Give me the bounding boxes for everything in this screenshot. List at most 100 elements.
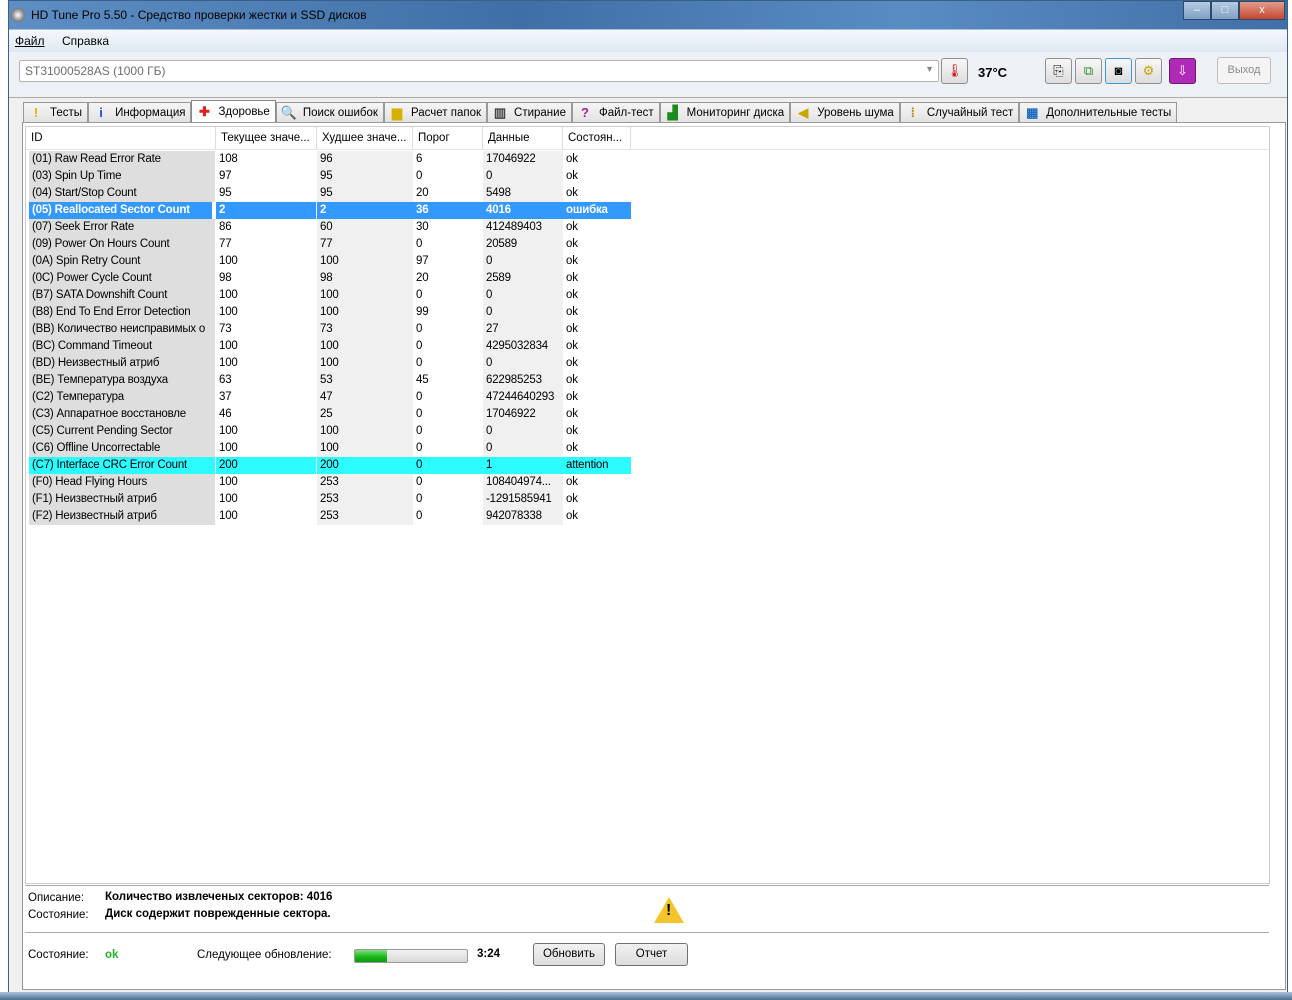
- table-row[interactable]: (F2) Неизвестный атриб 100 253 0 942078338 ok: [29, 508, 631, 525]
- close-button[interactable]: x: [1239, 1, 1285, 20]
- menu-file[interactable]: Файл: [15, 34, 45, 48]
- table-row[interactable]: (0A) Spin Retry Count 100 100 97 0 ok: [29, 253, 631, 270]
- info-icon: i: [99, 104, 103, 120]
- attr-id-cell: (C5) Current Pending Sector: [29, 423, 215, 440]
- status-cell: ok: [566, 221, 578, 233]
- exit-button[interactable]: Выход: [1217, 57, 1271, 84]
- tab-bar: ! Тесты i Информация ✚ Здоровье 🔍 Поиск ошибок ▆…: [23, 100, 1178, 122]
- divider: [9, 97, 1287, 98]
- status-cell: ok: [566, 323, 578, 335]
- drive-select[interactable]: ST31000528AS (1000 ГБ) ▼: [19, 60, 939, 82]
- column-header-status[interactable]: Состоян...: [563, 127, 631, 149]
- tab-9[interactable]: ⁞ Случайный тест: [899, 102, 1020, 122]
- table-row[interactable]: (F0) Head Flying Hours 100 253 0 108404974..…: [29, 474, 631, 491]
- refresh-button[interactable]: Обновить: [533, 943, 605, 966]
- minimize-button[interactable]: –: [1183, 1, 1211, 20]
- raw-data-cell: 2589: [483, 270, 563, 287]
- description-label: Описание:: [28, 892, 85, 904]
- column-header-current[interactable]: Текущее значе...: [216, 127, 317, 149]
- raw-data-cell: 4295032834: [483, 338, 563, 355]
- tab-8[interactable]: ◀ Уровень шума: [790, 102, 900, 122]
- threshold-cell: 0: [416, 425, 423, 437]
- app-icon: [11, 8, 25, 22]
- table-row[interactable]: (BE) Температура воздуха 63 53 45 622985253 o…: [29, 372, 631, 389]
- attr-id-cell: (BE) Температура воздуха: [29, 372, 215, 389]
- status-cell: ok: [566, 442, 578, 454]
- worst-value-cell: 253: [317, 474, 413, 491]
- status-cell: ok: [566, 238, 578, 250]
- smart-table[interactable]: ID Текущее значе... Худшее значе... Поро…: [25, 126, 1270, 884]
- tab-4[interactable]: ▆ Расчет папок: [383, 102, 488, 122]
- divider: [25, 932, 1269, 933]
- options-button[interactable]: ⚙: [1135, 58, 1162, 84]
- table-row[interactable]: (01) Raw Read Error Rate 108 96 6 17046922 ok: [29, 151, 631, 168]
- tab-label: Информация: [115, 106, 186, 119]
- raw-data-cell: 27: [483, 321, 563, 338]
- tab-label: Файл-тест: [598, 106, 654, 119]
- threshold-cell: 0: [416, 408, 423, 420]
- status-cell: ok: [566, 306, 578, 318]
- table-row[interactable]: (B7) SATA Downshift Count 100 100 0 0 ok: [29, 287, 631, 304]
- maximize-button[interactable]: □: [1211, 1, 1239, 20]
- table-row[interactable]: (07) Seek Error Rate 86 60 30 412489403 ok: [29, 219, 631, 236]
- tab-1[interactable]: i Информация: [88, 102, 192, 122]
- tab-label: Поиск ошибок: [302, 106, 378, 119]
- column-header-data[interactable]: Данные: [483, 127, 563, 149]
- tab-0[interactable]: ! Тесты: [23, 102, 89, 122]
- status-cell: ok: [566, 391, 578, 403]
- tab-2[interactable]: ✚ Здоровье: [191, 100, 276, 122]
- thermometer-button[interactable]: 🌡: [941, 58, 968, 84]
- raw-data-cell: 108404974...: [483, 474, 563, 491]
- menu-help[interactable]: Справка: [62, 34, 109, 48]
- divider: [25, 885, 1269, 886]
- table-row[interactable]: (05) Reallocated Sector Count 2 2 36 4016 оши…: [29, 202, 631, 219]
- warning-icon: !: [654, 897, 684, 923]
- attr-id-cell: (C6) Offline Uncorrectable: [29, 440, 215, 457]
- current-value-cell: 100: [219, 493, 238, 505]
- table-row[interactable]: (04) Start/Stop Count 95 95 20 5498 ok: [29, 185, 631, 202]
- screenshot-button[interactable]: ◙: [1105, 58, 1132, 84]
- table-row[interactable]: (03) Spin Up Time 97 95 0 0 ok: [29, 168, 631, 185]
- drive-select-value: ST31000528AS (1000 ГБ): [25, 64, 166, 78]
- worst-value-cell: 100: [317, 338, 413, 355]
- table-row[interactable]: (C2) Температура 37 47 0 47244640293 ok: [29, 389, 631, 406]
- table-row[interactable]: (C6) Offline Uncorrectable 100 100 0 0 ok: [29, 440, 631, 457]
- table-row[interactable]: (BC) Command Timeout 100 100 0 4295032834 ok: [29, 338, 631, 355]
- attr-id-cell: (07) Seek Error Rate: [29, 219, 215, 236]
- save-button[interactable]: ⇩: [1169, 58, 1196, 84]
- table-row[interactable]: (C5) Current Pending Sector 100 100 0 0 ok: [29, 423, 631, 440]
- report-button[interactable]: Отчет: [615, 943, 688, 966]
- threshold-cell: 45: [416, 374, 429, 386]
- state-value: Диск содержит поврежденные сектора.: [105, 908, 331, 920]
- attr-id-cell: (B8) End To End Error Detection: [29, 304, 215, 321]
- tab-3[interactable]: 🔍 Поиск ошибок: [275, 102, 384, 122]
- table-row[interactable]: (BB) Количество неисправимых о 73 73 0 27 ok: [29, 321, 631, 338]
- table-row[interactable]: (B8) End To End Error Detection 100 100 99 0…: [29, 304, 631, 321]
- current-value-cell: 98: [219, 272, 232, 284]
- table-row[interactable]: (C3) Аппаратное восстановле 46 25 0 17046922…: [29, 406, 631, 423]
- table-row[interactable]: (0C) Power Cycle Count 98 98 20 2589 ok: [29, 270, 631, 287]
- table-row[interactable]: (F1) Неизвестный атриб 100 253 0 -1291585941…: [29, 491, 631, 508]
- tab-10[interactable]: ▦ Дополнительные тесты: [1019, 102, 1178, 122]
- worst-value-cell: 98: [317, 270, 413, 287]
- raw-data-cell: 0: [483, 287, 563, 304]
- column-header-id[interactable]: ID: [26, 127, 216, 149]
- table-row[interactable]: (BD) Неизвестный атриб 100 100 0 0 ok: [29, 355, 631, 372]
- current-value-cell: 46: [219, 408, 232, 420]
- column-header-worst[interactable]: Худшее значе...: [317, 127, 413, 149]
- extra-tests-icon: ▦: [1026, 104, 1039, 120]
- tab-label: Дополнительные тесты: [1046, 106, 1172, 119]
- table-row[interactable]: (C7) Interface CRC Error Count 200 200 0 1 at…: [29, 457, 631, 474]
- tab-7[interactable]: ▟ Мониторинг диска: [659, 102, 791, 122]
- raw-data-cell: 17046922: [483, 406, 563, 423]
- attr-id-cell: (04) Start/Stop Count: [29, 185, 215, 202]
- tab-label: Расчет папок: [410, 106, 482, 119]
- table-row[interactable]: (09) Power On Hours Count 77 77 0 20589 ok: [29, 236, 631, 253]
- tab-6[interactable]: ? Файл-тест: [571, 102, 660, 122]
- worst-value-cell: 200: [317, 457, 413, 474]
- tab-5[interactable]: ▥ Стирание: [487, 102, 572, 122]
- copy-info-button[interactable]: ⎘: [1045, 58, 1072, 84]
- copy-screenshot-button[interactable]: ⧉: [1075, 58, 1102, 84]
- wrench-icon: ⚙: [1142, 63, 1155, 78]
- column-header-threshold[interactable]: Порог: [413, 127, 483, 149]
